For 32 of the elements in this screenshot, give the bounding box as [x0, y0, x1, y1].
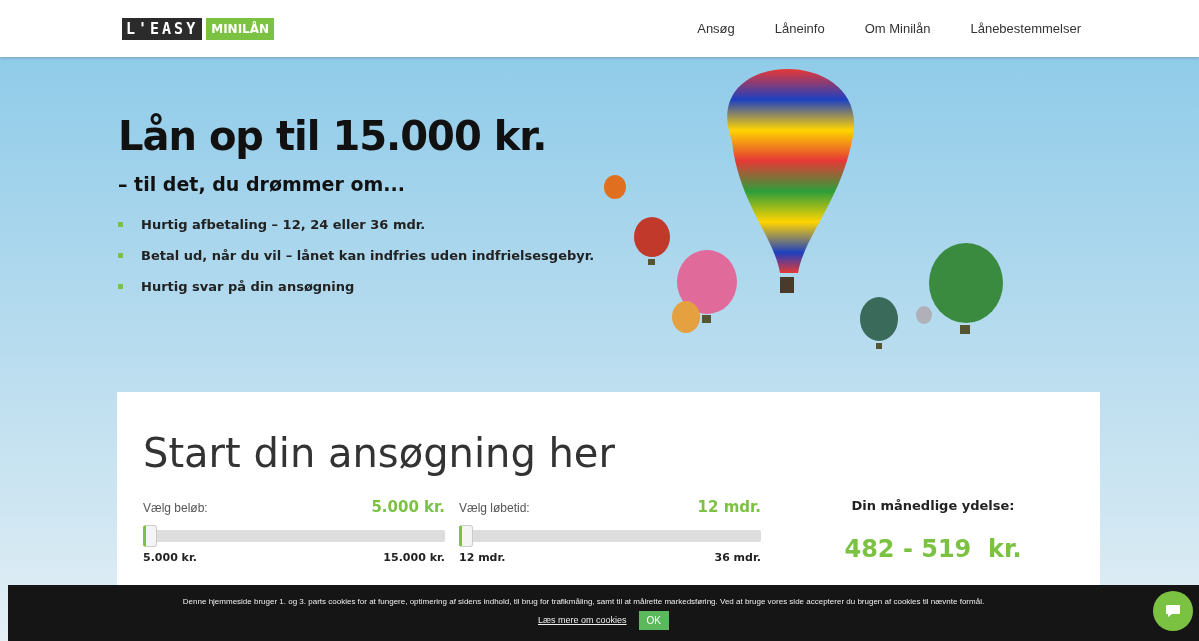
slider-label: Vælg løbetid: — [459, 501, 530, 515]
bullet-icon — [118, 253, 123, 258]
cookie-text: Denne hjemmeside bruger 1. og 3. parts cookies for at fungere, optimering af sidens indhold, til brug for trafikmåling, samt til at målrette markedsføring. Ved at bruge vores side accepterer du brugen af cookies til nævnte formål. — [182, 596, 986, 606]
hero-title: Lån op til 15.000 kr. — [118, 113, 548, 159]
hero-subtitle: – til det, du drømmer om... — [118, 173, 406, 195]
cookie-link[interactable]: Læs mere om cookies — [538, 615, 627, 625]
slider[interactable] — [143, 525, 445, 547]
slider-min: 12 mdr. — [459, 551, 506, 564]
slider-max: 36 mdr. — [714, 551, 761, 564]
chat-button[interactable] — [1153, 591, 1193, 631]
slider[interactable] — [459, 525, 761, 547]
nav-link[interactable]: Låneinfo — [774, 21, 825, 36]
bullet-icon — [118, 222, 123, 227]
feature-text: Hurtig afbetaling – 12, 24 eller 36 mdr. — [141, 217, 426, 232]
bullet-icon — [118, 284, 123, 289]
nav-link[interactable]: Om Minilån — [864, 21, 931, 36]
calculator-title: Start din ansøgning her — [143, 430, 616, 476]
nav-link[interactable]: Ansøg — [697, 21, 735, 36]
slider-min: 5.000 kr. — [143, 551, 197, 564]
slider-handle[interactable] — [143, 525, 157, 547]
feature-text: Betal ud, når du vil – lånet kan indfries uden indfrielsesgebyr. — [141, 248, 595, 263]
feature-text: Hurtig svar på din ansøgning — [141, 279, 355, 294]
logo-brand[interactable]: L'EASY — [122, 17, 203, 40]
slider-value: 5.000 kr. — [371, 498, 445, 516]
chat-icon — [1165, 604, 1181, 618]
payment-value: 482 - 519 kr. — [844, 535, 1022, 563]
slider-value: 12 mdr. — [697, 498, 761, 516]
slider-label: Vælg beløb: — [143, 501, 208, 515]
nav-link[interactable]: Lånebestemmelser — [970, 21, 1081, 36]
slider-handle[interactable] — [459, 525, 473, 547]
slider-max: 15.000 kr. — [383, 551, 445, 564]
payment-label: Din månedlige ydelse: — [851, 498, 1015, 513]
